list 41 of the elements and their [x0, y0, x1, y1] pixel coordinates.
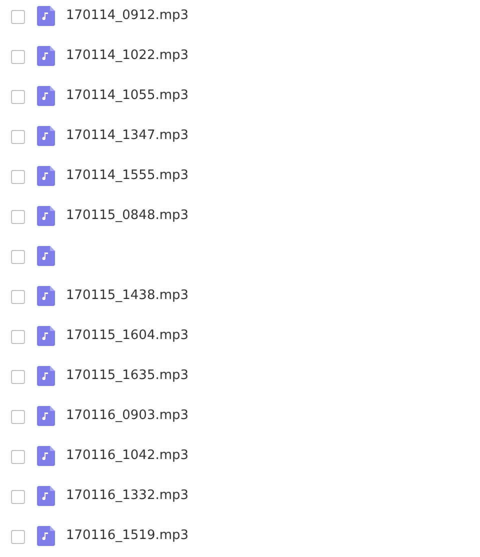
checkbox[interactable]	[11, 450, 25, 464]
file-name[interactable]: 170115_1438.mp3	[66, 286, 189, 306]
checkbox[interactable]	[11, 330, 25, 344]
music-file-icon	[37, 526, 55, 546]
file-name[interactable]: 170116_0903.mp3	[66, 406, 189, 426]
checkbox[interactable]	[11, 410, 25, 424]
checkbox[interactable]	[11, 490, 25, 504]
music-file-icon	[37, 246, 55, 266]
file-name[interactable]: 170116_1332.mp3	[66, 486, 189, 506]
checkbox[interactable]	[11, 50, 25, 64]
file-name[interactable]: 170114_1347.mp3	[66, 126, 189, 146]
music-file-icon	[37, 486, 55, 506]
music-file-icon	[37, 206, 55, 226]
checkbox[interactable]	[11, 130, 25, 144]
checkbox[interactable]	[11, 210, 25, 224]
checkbox[interactable]	[11, 370, 25, 384]
file-name[interactable]: 170115_1604.mp3	[66, 326, 189, 346]
file-name[interactable]: 170114_0912.mp3	[66, 6, 189, 26]
checkbox[interactable]	[11, 90, 25, 104]
file-name[interactable]: 170114_1022.mp3	[66, 46, 189, 66]
checkbox[interactable]	[11, 530, 25, 544]
file-name[interactable]: 170114_1055.mp3	[66, 86, 189, 106]
music-file-icon	[37, 166, 55, 186]
file-name[interactable]: 170115_1635.mp3	[66, 366, 189, 386]
music-file-icon	[37, 286, 55, 306]
music-file-icon	[37, 6, 55, 26]
file-name[interactable]: 170116_1042.mp3	[66, 446, 189, 466]
file-name[interactable]: 170114_1555.mp3	[66, 166, 189, 186]
checkbox[interactable]	[11, 250, 25, 264]
music-file-icon	[37, 446, 55, 466]
file-name[interactable]: 170116_1519.mp3	[66, 526, 189, 546]
file-name[interactable]: 170115_0848.mp3	[66, 206, 189, 226]
music-file-icon	[37, 46, 55, 66]
music-file-icon	[37, 366, 55, 386]
music-file-icon	[37, 86, 55, 106]
checkbox[interactable]	[11, 290, 25, 304]
checkbox[interactable]	[11, 170, 25, 184]
music-file-icon	[37, 326, 55, 346]
music-file-icon	[37, 406, 55, 426]
music-file-icon	[37, 126, 55, 146]
checkbox[interactable]	[11, 10, 25, 24]
